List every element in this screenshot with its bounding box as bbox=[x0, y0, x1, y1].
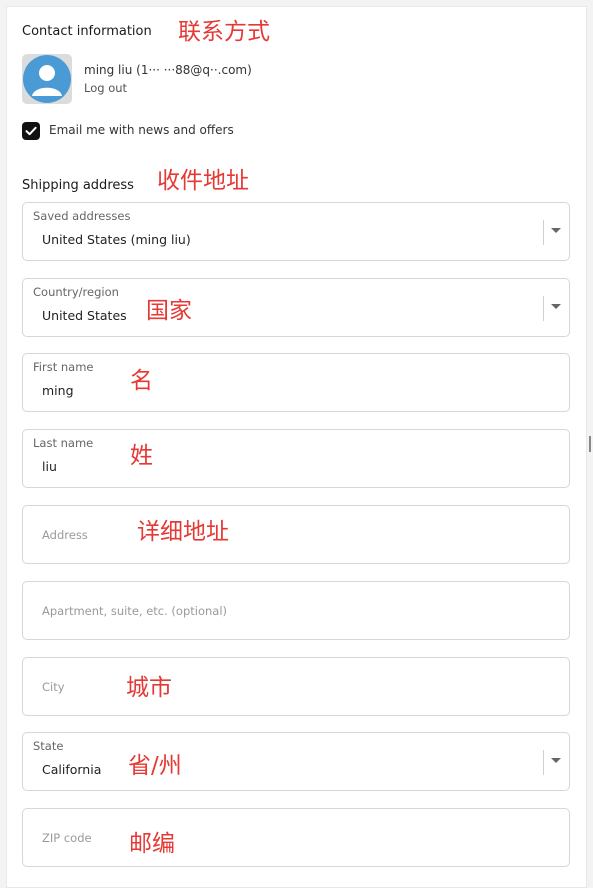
country-value: United States bbox=[42, 308, 127, 323]
zip-field[interactable]: ZIP code bbox=[22, 808, 570, 867]
user-email: ming liu (1··· ···88@q··.com) bbox=[84, 63, 252, 77]
first-name-field[interactable]: First name ming bbox=[22, 353, 570, 412]
saved-addresses-select[interactable]: Saved addresses United States (ming liu) bbox=[22, 202, 570, 261]
select-divider bbox=[543, 296, 544, 321]
avatar bbox=[22, 54, 72, 104]
chevron-down-icon bbox=[551, 228, 561, 233]
annotation-state: 省/州 bbox=[128, 753, 182, 779]
annotation-last-name: 姓 bbox=[130, 443, 153, 469]
saved-addresses-value: United States (ming liu) bbox=[42, 232, 191, 247]
check-icon bbox=[25, 126, 37, 136]
annotation-zip: 邮编 bbox=[129, 831, 175, 857]
saved-addresses-label: Saved addresses bbox=[33, 209, 131, 223]
logout-link[interactable]: Log out bbox=[84, 81, 127, 95]
last-name-value: liu bbox=[42, 459, 57, 474]
newsletter-checkbox[interactable] bbox=[22, 122, 40, 140]
country-select[interactable]: Country/region United States bbox=[22, 278, 570, 337]
state-select[interactable]: State California bbox=[22, 732, 570, 791]
first-name-label: First name bbox=[33, 360, 94, 374]
annotation-contact: 联系方式 bbox=[178, 19, 270, 45]
last-name-field[interactable]: Last name liu bbox=[22, 429, 570, 488]
select-divider bbox=[543, 220, 544, 245]
apartment-field[interactable]: Apartment, suite, etc. (optional) bbox=[22, 581, 570, 640]
scroll-marker bbox=[589, 436, 591, 452]
country-label: Country/region bbox=[33, 285, 119, 299]
newsletter-label: Email me with news and offers bbox=[49, 123, 234, 137]
chevron-down-icon bbox=[551, 304, 561, 309]
select-divider bbox=[543, 750, 544, 775]
address-field[interactable]: Address bbox=[22, 505, 570, 564]
zip-placeholder: ZIP code bbox=[42, 831, 92, 845]
annotation-shipping: 收件地址 bbox=[157, 168, 249, 194]
city-placeholder: City bbox=[42, 680, 65, 694]
chevron-down-icon bbox=[551, 758, 561, 763]
shipping-heading: Shipping address bbox=[22, 178, 134, 193]
last-name-label: Last name bbox=[33, 436, 94, 450]
annotation-address: 详细地址 bbox=[137, 519, 229, 545]
apartment-placeholder: Apartment, suite, etc. (optional) bbox=[42, 604, 228, 618]
annotation-city: 城市 bbox=[126, 675, 172, 701]
state-value: California bbox=[42, 762, 102, 777]
annotation-country: 国家 bbox=[146, 298, 192, 324]
address-placeholder: Address bbox=[42, 528, 88, 542]
first-name-value: ming bbox=[42, 383, 74, 398]
avatar-icon bbox=[23, 55, 71, 103]
state-label: State bbox=[33, 739, 64, 753]
annotation-first-name: 名 bbox=[130, 368, 153, 394]
contact-heading: Contact information bbox=[22, 24, 152, 39]
city-field[interactable]: City bbox=[22, 657, 570, 716]
